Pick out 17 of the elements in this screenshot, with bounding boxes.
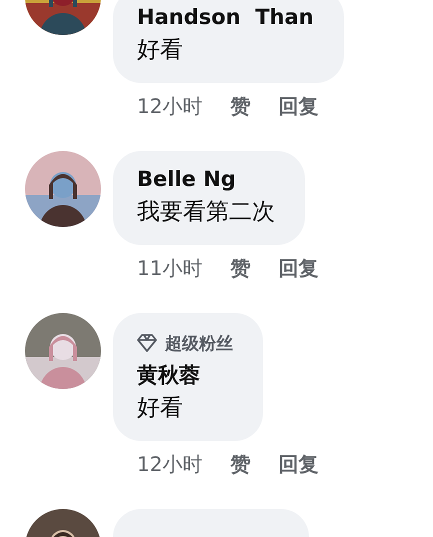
timestamp: 12小时 — [137, 93, 202, 120]
timestamp: 12小时 — [137, 451, 202, 478]
like-link[interactable]: 赞 — [230, 254, 250, 282]
timestamp: 11小时 — [137, 255, 202, 282]
reply-link[interactable]: 回复 — [278, 254, 318, 282]
reply-link[interactable]: 回复 — [278, 450, 318, 478]
comment-text: 好看 — [137, 394, 184, 423]
like-link[interactable]: 赞 — [230, 450, 250, 478]
commenter-name[interactable]: 黄秋蓉 — [137, 360, 233, 390]
comment-text: 我要看第二次 — [137, 198, 275, 227]
comment-text: 好看 — [137, 36, 184, 65]
like-link[interactable]: 赞 — [230, 92, 250, 120]
reply-link[interactable]: 回复 — [278, 92, 318, 120]
commenter-name[interactable]: Handson Than — [137, 2, 314, 32]
diamond-icon — [137, 334, 157, 352]
fan-label: 超级粉丝 — [165, 332, 233, 354]
commenter-name[interactable]: Belle Ng — [137, 164, 275, 194]
